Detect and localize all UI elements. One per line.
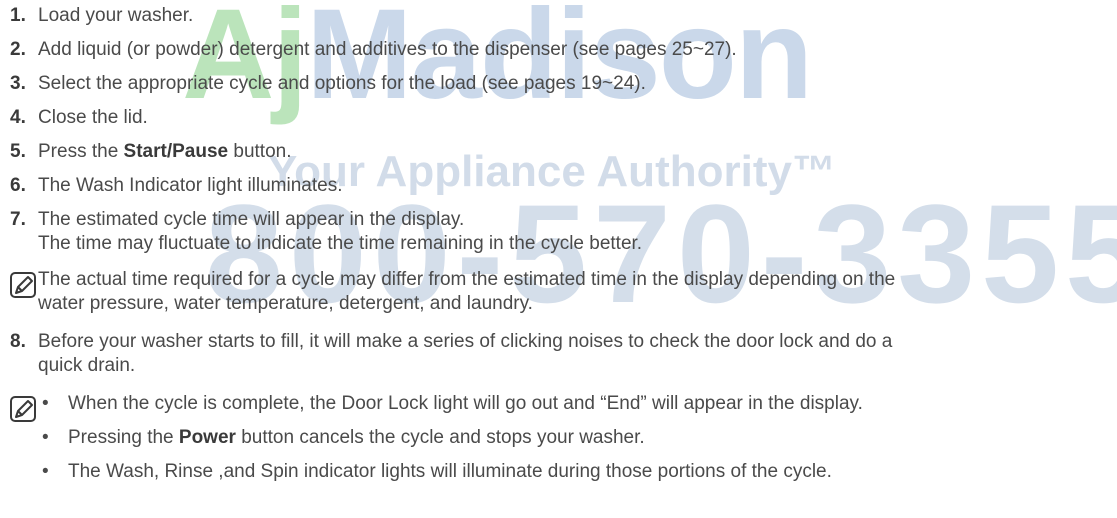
step-text: Close the lid. <box>38 107 148 128</box>
step-number: 5. <box>10 141 26 162</box>
step-1: 1. Load your washer. <box>10 4 193 28</box>
step-number: 7. <box>10 209 26 230</box>
step-3: 3. Select the appropriate cycle and optio… <box>10 72 646 96</box>
power-button-label: Power <box>178 427 236 448</box>
note-2-bullet-2: • Pressing the Power button cancels the c… <box>42 426 645 450</box>
step-text: The Wash Indicator light illuminates. <box>38 175 343 196</box>
bullet-text: When the cycle is complete, the Door Loc… <box>68 393 863 414</box>
step-5: 5. Press the Start/Pause button. <box>10 140 291 164</box>
bullet-text-pre: Pressing the <box>68 427 179 448</box>
start-pause-button-label: Start/Pause <box>123 141 229 162</box>
step-number: 4. <box>10 107 26 128</box>
note-1-line-2: water pressure, water temperature, deter… <box>38 293 533 314</box>
note-1-line-1: The actual time required for a cycle may… <box>38 269 896 290</box>
step-number: 6. <box>10 175 26 196</box>
step-text-post: button. <box>228 141 292 162</box>
step-number: 8. <box>10 331 26 352</box>
note-icon <box>10 396 36 422</box>
step-text: The estimated cycle time will appear in … <box>38 209 465 230</box>
step-8: 8. Before your washer starts to fill, it … <box>10 330 892 354</box>
step-7: 7. The estimated cycle time will appear i… <box>10 208 464 232</box>
step-text-pre: Press the <box>38 141 124 162</box>
step-text: Load your washer. <box>38 5 194 26</box>
step-text: Select the appropriate cycle and options… <box>38 73 646 94</box>
step-text: Add liquid (or powder) detergent and add… <box>38 39 737 60</box>
step-text: Before your washer starts to fill, it wi… <box>38 331 893 352</box>
step-number: 2. <box>10 39 26 60</box>
step-7-continuation: The time may fluctuate to indicate the t… <box>38 233 643 254</box>
note-icon <box>10 272 36 298</box>
step-4: 4. Close the lid. <box>10 106 148 130</box>
step-6: 6. The Wash Indicator light illuminates. <box>10 174 342 198</box>
step-number: 3. <box>10 73 26 94</box>
bullet-text-post: button cancels the cycle and stops your … <box>235 427 645 448</box>
instructions: 1. Load your washer. 2. Add liquid (or pow… <box>0 0 1117 518</box>
bullet-text: The Wash, Rinse ,and Spin indicator ligh… <box>68 461 832 482</box>
step-number: 1. <box>10 5 26 26</box>
bullet-dot: • <box>42 461 49 482</box>
bullet-dot: • <box>42 427 49 448</box>
bullet-dot: • <box>42 393 49 414</box>
step-8-continuation: quick drain. <box>38 355 136 376</box>
note-2-bullet-3: • The Wash, Rinse ,and Spin indicator lig… <box>42 460 832 484</box>
step-2: 2. Add liquid (or powder) detergent and a… <box>10 38 737 62</box>
note-2-bullet-1: • When the cycle is complete, the Door Lo… <box>42 392 863 416</box>
